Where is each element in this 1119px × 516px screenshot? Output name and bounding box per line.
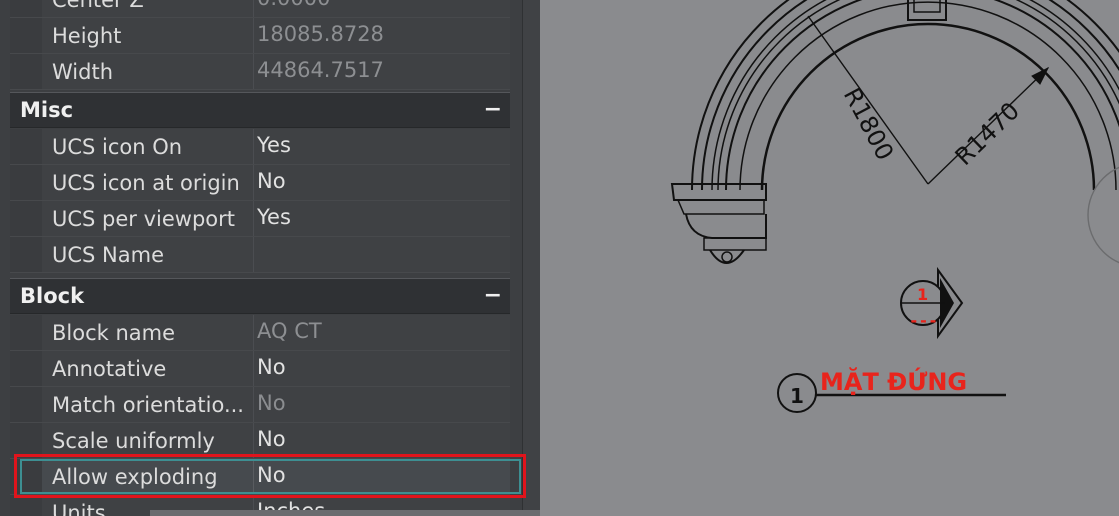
properties-panel: Center Z 0.0000 Height 18085.8728 Width … (0, 0, 540, 516)
property-name: Units (52, 501, 106, 516)
property-value: 18085.8728 (257, 22, 384, 46)
property-row-annotative[interactable]: Annotative No (10, 351, 510, 387)
property-row-match-orientation[interactable]: Match orientatio... No (10, 387, 510, 423)
property-name-cell (10, 18, 254, 53)
title-marker-number: 1 (790, 384, 804, 408)
property-name: UCS icon On (52, 135, 183, 159)
property-name: UCS icon at origin (52, 171, 240, 195)
property-value[interactable]: Yes (257, 199, 291, 235)
property-row-width[interactable]: Width 44864.7517 (10, 54, 510, 90)
property-name: Block name (52, 321, 176, 345)
property-name: Annotative (52, 357, 167, 381)
property-row-block-name[interactable]: Block name AQ CT (10, 315, 510, 351)
section-title: Block (20, 284, 85, 308)
arch-inner-curve (739, 1, 1117, 191)
property-value: 0.0000 (257, 0, 330, 16)
property-value: No (257, 391, 286, 415)
dimension-label-r1800: R1800 (838, 83, 899, 165)
row-separator (10, 272, 510, 273)
collapse-icon[interactable]: − (484, 93, 502, 127)
property-value[interactable]: No (257, 163, 286, 199)
arch-band-curve (711, 0, 1119, 191)
property-row-scale-uniformly[interactable]: Scale uniformly No (10, 423, 510, 459)
property-name: Height (52, 24, 122, 48)
drawing-canvas[interactable]: R1800 R1470 1 --- 1 MẶT ĐỨNG (540, 0, 1119, 516)
property-name: Width (52, 60, 114, 84)
property-value[interactable]: No (257, 457, 286, 493)
section-header-block[interactable]: Block − (10, 278, 510, 314)
drawing-title-label: MẶT ĐỨNG (820, 366, 967, 396)
horizontal-scrollbar[interactable] (150, 510, 540, 516)
property-name: Match orientatio... (52, 393, 244, 417)
property-row-ucs-name[interactable]: UCS Name (10, 237, 510, 273)
arch-band-curve (717, 0, 1119, 191)
property-name: Center Z (52, 0, 144, 12)
left-capital (685, 213, 767, 239)
property-name-cell (10, 54, 254, 89)
dimension-label-r1470: R1470 (950, 97, 1025, 171)
property-name: UCS Name (52, 243, 164, 267)
section-marker-dash: --- (909, 311, 938, 330)
property-row-ucs-per-viewport[interactable]: UCS per viewport Yes (10, 201, 510, 237)
left-capital-base (703, 237, 767, 251)
arch-outer-curve (691, 0, 1119, 191)
property-row-height[interactable]: Height 18085.8728 (10, 18, 510, 54)
collapse-icon[interactable]: − (484, 279, 502, 313)
property-name: Scale uniformly (52, 429, 215, 453)
arch-intrados-curve (760, 22, 1096, 191)
row-separator (10, 89, 510, 90)
arch-drawing: R1800 R1470 1 --- 1 MẶT ĐỨNG (670, 0, 1119, 413)
property-value[interactable]: No (257, 421, 286, 457)
section-header-misc[interactable]: Misc − (10, 92, 510, 128)
section-title: Misc (20, 98, 74, 122)
property-name: Allow exploding (52, 465, 218, 489)
left-impost-lower (676, 199, 765, 215)
left-pendant-circle (721, 251, 733, 263)
property-value[interactable]: No (257, 349, 286, 385)
property-value: AQ CT (257, 319, 322, 343)
property-row-ucs-icon-on[interactable]: UCS icon On Yes (10, 129, 510, 165)
panel-vertical-strip[interactable] (522, 0, 540, 516)
property-name: UCS per viewport (52, 207, 236, 231)
property-row-ucs-icon-at-origin[interactable]: UCS icon at origin No (10, 165, 510, 201)
left-impost (670, 183, 767, 201)
section-marker-number: 1 (917, 285, 928, 304)
property-value: 44864.7517 (257, 58, 384, 82)
property-row-allow-exploding[interactable]: Allow exploding No (10, 459, 510, 495)
property-value[interactable]: Yes (257, 127, 291, 163)
